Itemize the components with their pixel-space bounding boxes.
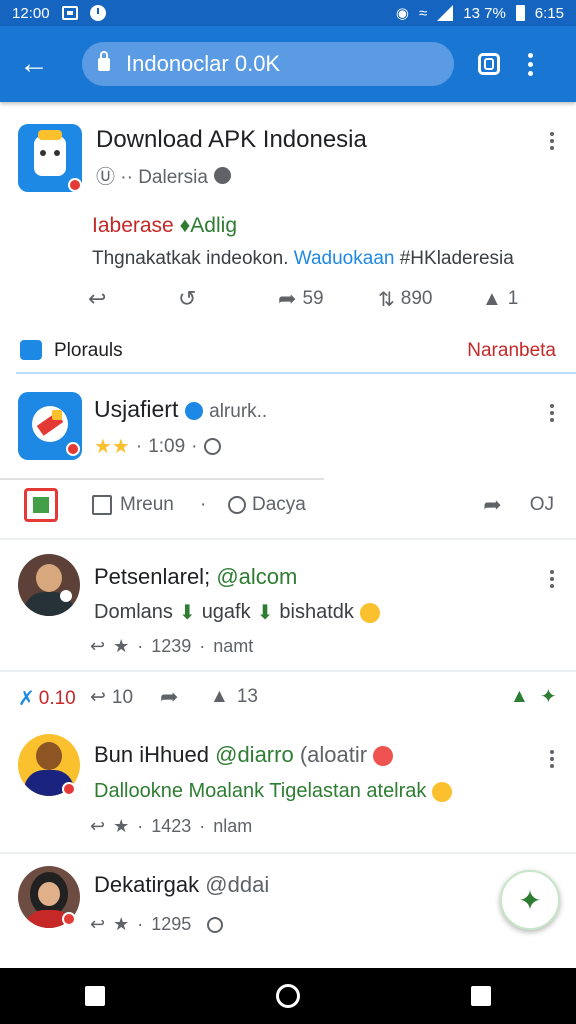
checkbox-icon (92, 495, 112, 515)
post-author: Petsenlarel; @alcom (94, 564, 298, 589)
featured-post[interactable]: Download APK Indonesia Ⓤ ·· Dalersia Iab… (0, 102, 576, 328)
reply-icon[interactable]: ↩ (90, 816, 105, 837)
section-title: Plorauls (54, 340, 123, 361)
post-text: Domlans ⬇ ugafk ⬇ bishatdk (94, 600, 380, 625)
info-icon (203, 438, 221, 455)
lock-icon (98, 50, 110, 71)
post-meta: ↩ ★ · 1423 · nlam (90, 816, 253, 837)
rating-stars-icon: ★★ (94, 436, 130, 458)
status-time-left: 12:00 (12, 4, 50, 22)
reply-icon[interactable]: ↩ (90, 636, 105, 657)
app-bar: ← Indonoclar 0.0K (0, 26, 576, 102)
star-icon[interactable]: ★ (113, 914, 129, 935)
battery-icon (515, 5, 525, 21)
leaf-icon: ♦ (179, 214, 191, 237)
play-store-icon[interactable] (24, 488, 58, 522)
search-icon (228, 496, 246, 514)
post-item[interactable]: Dekatirgak @ddai ↩ ★ · 1295 (0, 854, 576, 972)
globe-icon (213, 167, 231, 184)
post-author: Bun iHhued @diarro (aloatir (94, 742, 394, 768)
repost-icon: ⇅ (378, 288, 395, 311)
share-arrow-icon: ➦ (278, 286, 297, 311)
compose-icon: ✦ (518, 884, 542, 916)
notification-icon (61, 6, 78, 20)
star-icon[interactable]: ★ (113, 636, 129, 657)
featured-headline: Iaberase ♦Adlig (92, 214, 237, 237)
navigation-bar (0, 968, 576, 1024)
app-share-action[interactable]: ➦ OJ (483, 492, 554, 518)
status-bar: 12:00 ◉ ≈ 13 7% 6:15 (0, 0, 576, 26)
post-menu-icon[interactable] (550, 570, 554, 588)
smile-emoji-icon (359, 602, 380, 623)
status-badge (62, 912, 76, 926)
feed: Download APK Indonesia Ⓤ ·· Dalersia Iab… (0, 102, 576, 972)
post-meta: ↩ ★ · 1295 (90, 914, 224, 935)
featured-meta: Ⓤ ·· Dalersia (96, 162, 231, 189)
featured-title: Download APK Indonesia (96, 126, 367, 153)
tag-dacya[interactable]: Dacya (228, 494, 306, 516)
wifi-icon: ≈ (419, 4, 428, 22)
clock-icon (89, 5, 106, 21)
featured-actions: ↩ ↺ ➦ 59 ⇅ 890 ▲ 1 (88, 286, 548, 312)
location-pin-icon (207, 916, 224, 933)
status-badge (62, 782, 76, 796)
app-post[interactable]: Usjafiert alrurk.. ★★ · 1:09 · Mreun · D… (0, 374, 576, 538)
signal-icon (437, 5, 454, 21)
post-author: Dekatirgak @ddai (94, 872, 270, 897)
compose-fab[interactable]: ✦ (500, 870, 560, 930)
share-icon[interactable]: ➦ (160, 684, 178, 710)
smile-emoji-icon (373, 746, 394, 767)
smile-emoji-icon (432, 781, 453, 802)
reply-icon[interactable]: ↩ (90, 914, 105, 935)
app-logo-icon (18, 124, 82, 192)
avatar[interactable] (18, 554, 80, 616)
stat-retweet[interactable]: ✗ 0.10 (18, 686, 76, 711)
post-item[interactable]: Bun iHhued @diarro (aloatir Dallookne Mo… (0, 724, 576, 852)
verified-icon (184, 401, 203, 420)
app-post-menu-icon[interactable] (550, 404, 554, 422)
post-menu-icon[interactable] (550, 132, 554, 150)
battery-percent: 13 7% (463, 4, 506, 22)
stat-likes[interactable]: ▲ 13 (210, 686, 258, 708)
home-nav-button[interactable] (275, 984, 300, 1008)
featured-description: Thgnakatkak indeokon. Waduokaan #HKlader… (92, 248, 514, 269)
camera-icon (20, 340, 42, 360)
thumbs-up-icon: ▲ (210, 686, 229, 707)
tabs-button[interactable] (478, 53, 500, 75)
star-icon[interactable]: ★ (113, 816, 129, 837)
section-header: Plorauls Naranbeta (0, 328, 576, 374)
url-bar[interactable]: Indonoclar 0.0K (82, 42, 454, 86)
app-rating-row: ★★ · 1:09 · (94, 434, 221, 459)
repost-action[interactable]: ⇅ 890 (378, 287, 482, 312)
retweet-icon[interactable]: ↺ (178, 286, 278, 312)
status-time-right: 6:15 (534, 4, 564, 22)
reply-icon[interactable]: ↩ (88, 286, 178, 312)
vpn-icon: ◉ (395, 5, 410, 22)
overflow-menu-icon[interactable] (528, 52, 533, 76)
post-meta: ↩ ★ · 1239 · namt (90, 636, 254, 657)
recents-nav-button[interactable] (470, 986, 491, 1006)
thumbs-up-green-icon[interactable]: ▲ (510, 686, 529, 708)
app-thumbnail-icon (18, 392, 82, 460)
reply-icon: ↩ (90, 687, 106, 708)
stat-replies[interactable]: ↩ 10 (90, 686, 133, 709)
tag-mreun[interactable]: Mreun (92, 494, 174, 516)
sparkle-icon[interactable]: ✦ (540, 684, 557, 709)
section-link[interactable]: Naranbeta (467, 340, 556, 362)
app-post-title: Usjafiert alrurk.. (94, 396, 268, 422)
url-text: Indonoclar 0.0K (126, 51, 281, 76)
share-icon: ➦ (483, 492, 502, 517)
thumbs-up-icon: ▲ (482, 287, 502, 310)
down-arrow-icon: ⬇ (256, 602, 274, 624)
back-nav-button[interactable] (85, 986, 106, 1006)
back-arrow-icon[interactable]: ← (14, 44, 54, 84)
stats-row: ✗ 0.10 ↩ 10 ➦ ▲ 13 ▲ ✦ (0, 672, 576, 724)
pin-icon: ✗ (18, 688, 35, 710)
share-action[interactable]: ➦ 59 (278, 286, 378, 312)
down-arrow-icon: ⬇ (178, 602, 196, 624)
like-action[interactable]: ▲ 1 (482, 288, 518, 311)
post-text: Dallookne Moalank Tigelastan atelrak (94, 780, 453, 803)
post-item[interactable]: Petsenlarel; @alcom Domlans ⬇ ugafk ⬇ bi… (0, 540, 576, 670)
post-menu-icon[interactable] (550, 750, 554, 768)
